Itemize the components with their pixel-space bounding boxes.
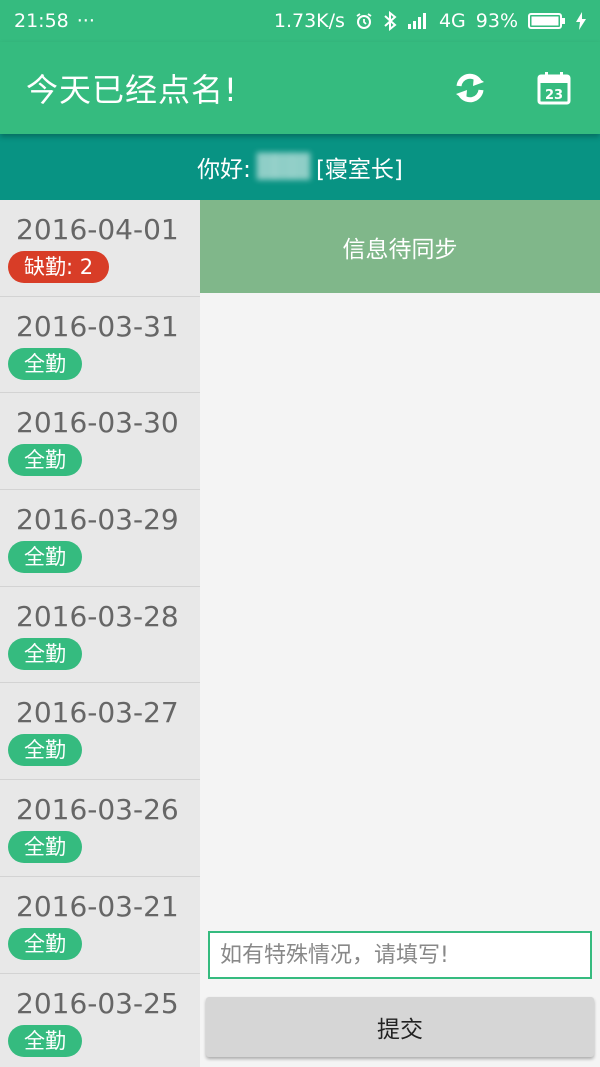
calendar-day-label: 23 bbox=[545, 88, 563, 103]
date-label: 2016-03-26 bbox=[16, 793, 179, 827]
signal-icon bbox=[407, 13, 429, 29]
calendar-icon: 23 bbox=[537, 72, 571, 105]
list-item[interactable]: 2016-03-30 全勤 bbox=[0, 393, 200, 491]
status-badge: 全勤 bbox=[8, 541, 82, 574]
refresh-button[interactable] bbox=[450, 68, 490, 108]
battery-icon bbox=[528, 12, 566, 30]
charging-icon bbox=[576, 12, 586, 30]
status-time: 21:58 bbox=[14, 10, 69, 32]
date-label: 2016-03-21 bbox=[16, 889, 179, 923]
app-bar: 今天已经点名! 23 bbox=[0, 42, 600, 134]
greeting-prefix: 你好: bbox=[197, 157, 251, 183]
list-item[interactable]: 2016-03-28 全勤 bbox=[0, 587, 200, 684]
attendance-date-list: 2016-04-01 缺勤: 2 2016-03-31 全勤 2016-03-3… bbox=[0, 200, 200, 1067]
network-type: 4G bbox=[438, 10, 466, 32]
status-more: ··· bbox=[76, 10, 95, 32]
status-badge: 全勤 bbox=[8, 927, 82, 960]
greeting-bar: 你好: ███ [寝室长] bbox=[0, 134, 600, 200]
list-item[interactable]: 2016-03-26 全勤 bbox=[0, 780, 200, 877]
date-label: 2016-04-01 bbox=[16, 213, 179, 246]
user-name-blurred: ███ bbox=[256, 154, 310, 180]
date-label: 2016-03-31 bbox=[16, 309, 179, 343]
list-item[interactable]: 2016-03-31 全勤 bbox=[0, 297, 200, 394]
bluetooth-icon bbox=[383, 11, 397, 31]
list-item[interactable]: 2016-03-27 全勤 bbox=[0, 683, 200, 781]
list-item[interactable]: 2016-04-01 缺勤: 2 bbox=[0, 200, 200, 297]
status-badge: 全勤 bbox=[8, 1024, 82, 1057]
special-note-input[interactable] bbox=[208, 931, 592, 979]
page-title: 今天已经点名! bbox=[26, 71, 238, 109]
calendar-button[interactable]: 23 bbox=[534, 68, 574, 108]
date-label: 2016-03-28 bbox=[16, 599, 179, 633]
sync-status-banner: 信息待同步 bbox=[200, 200, 600, 293]
list-item[interactable]: 2016-03-21 全勤 bbox=[0, 877, 200, 974]
date-label: 2016-03-27 bbox=[16, 696, 179, 730]
list-item[interactable]: 2016-03-29 全勤 bbox=[0, 490, 200, 587]
status-badge: 全勤 bbox=[8, 347, 82, 380]
user-role: [寝室长] bbox=[315, 157, 403, 183]
status-badge: 缺勤: 2 bbox=[8, 251, 110, 283]
list-item[interactable]: 2016-03-25 全勤 bbox=[0, 974, 200, 1067]
status-bar: 21:58 ··· 1.73K/s 4G 93% bbox=[0, 0, 600, 42]
status-badge: 全勤 bbox=[8, 637, 82, 670]
battery-percent: 93% bbox=[475, 10, 518, 32]
alarm-icon bbox=[355, 12, 373, 30]
date-label: 2016-03-29 bbox=[16, 503, 179, 537]
status-badge: 全勤 bbox=[8, 734, 82, 767]
submit-button[interactable]: 提交 bbox=[206, 997, 594, 1057]
date-label: 2016-03-25 bbox=[16, 986, 179, 1020]
network-speed: 1.73K/s bbox=[273, 10, 345, 32]
refresh-icon bbox=[456, 73, 484, 103]
date-label: 2016-03-30 bbox=[16, 406, 179, 440]
status-badge: 全勤 bbox=[8, 444, 82, 477]
detail-panel: 信息待同步 提交 bbox=[200, 200, 600, 1067]
status-badge: 全勤 bbox=[8, 831, 82, 864]
